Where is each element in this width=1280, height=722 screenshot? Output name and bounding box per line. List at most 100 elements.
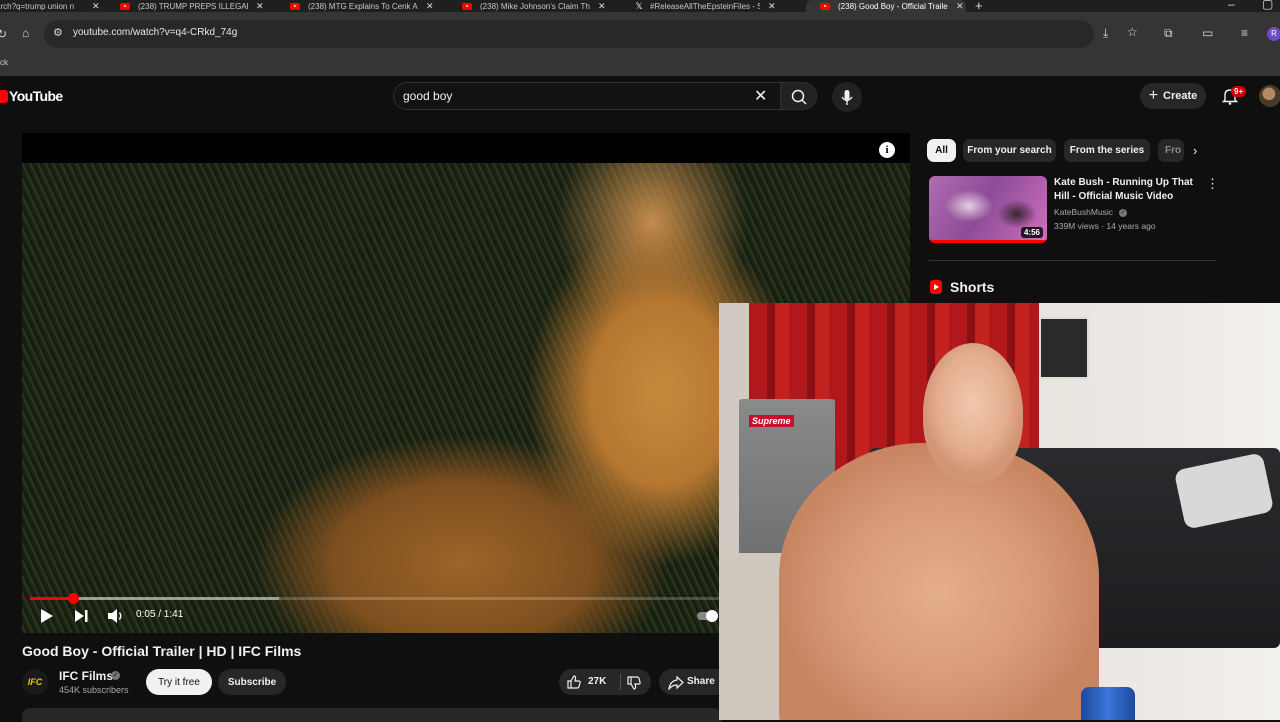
- chip-all[interactable]: All: [927, 139, 956, 162]
- browser-tab-2[interactable]: (238) TRUMP PREPS ILLEGAL G ✕: [120, 0, 278, 12]
- notification-badge: 9+: [1231, 86, 1247, 97]
- try-free-button[interactable]: Try it free: [146, 669, 212, 695]
- youtube-icon: [820, 2, 830, 10]
- scrubber-handle[interactable]: [68, 593, 79, 604]
- tab-close-icon[interactable]: ✕: [598, 1, 606, 12]
- maximize-icon[interactable]: ▢: [1262, 0, 1273, 11]
- youtube-logo-text: YouTube: [9, 88, 63, 104]
- search-input[interactable]: good boy ✕: [393, 82, 781, 110]
- url-field[interactable]: ⚙ youtube.com/watch?v=q4-CRkd_74g ⤓ ☆: [44, 20, 1138, 48]
- tab-title: (238) Mike Johnson's Claim Tha: [480, 1, 590, 11]
- person-head: [923, 343, 1023, 483]
- youtube-header: YouTube good boy ✕ + Create 9+: [0, 76, 1280, 116]
- like-count: 27K: [588, 676, 607, 687]
- play-icon[interactable]: [38, 606, 56, 626]
- recommendation-channel[interactable]: KateBushMusic: [1054, 207, 1113, 217]
- duration-badge: 4:56: [1020, 227, 1043, 238]
- youtube-icon: [290, 2, 300, 10]
- new-tab-icon[interactable]: +: [975, 0, 983, 12]
- site-settings-icon[interactable]: ⚙: [53, 26, 63, 39]
- create-button[interactable]: + Create: [1140, 83, 1206, 109]
- sidebar-toggle-icon[interactable]: ▭: [1202, 26, 1213, 40]
- tab-close-icon[interactable]: ✕: [92, 1, 100, 12]
- watch-progress-bar: [929, 240, 1047, 243]
- channel-avatar[interactable]: IFC: [22, 669, 48, 695]
- share-icon: [668, 675, 684, 690]
- chip-from-the-series[interactable]: From the series: [1064, 139, 1150, 162]
- minimize-icon[interactable]: –: [1228, 0, 1235, 11]
- shorts-icon: [930, 280, 942, 294]
- plus-icon: +: [1148, 87, 1159, 104]
- youtube-logo-icon: [0, 89, 8, 103]
- like-dislike-group: 27K: [559, 669, 651, 695]
- recommendation-title[interactable]: Kate Bush - Running Up That Hill - Offic…: [1054, 176, 1204, 204]
- fridge-sticker: Supreme: [749, 415, 794, 427]
- volume-icon[interactable]: [106, 606, 126, 626]
- drink-can: [1081, 687, 1135, 720]
- recommendation-meta: 339M views · 14 years ago: [1054, 221, 1156, 231]
- search-icon: [791, 89, 807, 105]
- bookmark-star-icon[interactable]: ☆: [1127, 25, 1138, 39]
- tab-close-icon[interactable]: ✕: [256, 1, 264, 12]
- tab-close-icon[interactable]: ✕: [768, 1, 776, 12]
- clear-search-icon[interactable]: ✕: [754, 86, 767, 106]
- like-button[interactable]: [566, 674, 582, 690]
- avatar[interactable]: [1259, 85, 1280, 107]
- subscribe-button[interactable]: Subscribe: [218, 669, 286, 695]
- chevron-right-icon[interactable]: ›: [1193, 143, 1197, 158]
- chip-more[interactable]: Fro: [1158, 139, 1184, 162]
- verified-check-icon: ✓: [111, 671, 120, 680]
- search-query: good boy: [403, 89, 453, 103]
- video-title: Good Boy - Official Trailer | HD | IFC F…: [22, 643, 302, 659]
- tab-title: (238) TRUMP PREPS ILLEGAL G: [138, 1, 248, 11]
- extensions-icon[interactable]: ⧉: [1164, 26, 1173, 41]
- poster: [1039, 317, 1089, 379]
- shorts-section-title: Shorts: [950, 279, 995, 295]
- tab-strip: arch?q=trump union n ✕ (238) TRUMP PREPS…: [0, 0, 1280, 12]
- bookmark-folder-icon[interactable]: ck: [0, 58, 8, 67]
- recommendation-thumbnail[interactable]: 4:56: [929, 176, 1047, 243]
- divider: [929, 260, 1216, 261]
- next-icon[interactable]: [72, 606, 90, 626]
- autoplay-toggle-icon[interactable]: [696, 608, 718, 624]
- reload-icon[interactable]: ↻: [0, 27, 7, 41]
- like-divider: [620, 674, 621, 690]
- create-label: Create: [1163, 90, 1198, 102]
- profile-icon[interactable]: R: [1267, 27, 1280, 41]
- more-options-icon[interactable]: ⋮: [1206, 176, 1219, 192]
- webcam-overlay: Supreme: [719, 303, 1280, 720]
- played-bar: [30, 597, 73, 600]
- browser-tab-4[interactable]: (238) Mike Johnson's Claim Tha ✕: [462, 0, 620, 12]
- address-bar-row: ↻ ⌂ ⚙ youtube.com/watch?v=q4-CRkd_74g ⤓ …: [0, 12, 1280, 56]
- home-icon[interactable]: ⌂: [22, 26, 29, 40]
- tab-title: #ReleaseAllTheEpsteinFiles - Se: [650, 1, 760, 11]
- chip-from-your-search[interactable]: From your search: [963, 139, 1056, 162]
- microphone-icon: [841, 90, 853, 105]
- url-text: youtube.com/watch?v=q4-CRkd_74g: [73, 27, 238, 38]
- info-icon[interactable]: i: [879, 142, 895, 158]
- tab-close-icon[interactable]: ✕: [426, 1, 434, 12]
- subscriber-count: 454K subscribers: [59, 685, 129, 695]
- person-body: [779, 443, 1099, 720]
- channel-name[interactable]: IFC Films: [59, 669, 113, 683]
- media-control-icon[interactable]: ≡: [1241, 26, 1248, 40]
- dislike-button[interactable]: [626, 675, 642, 691]
- youtube-logo[interactable]: YouTube: [0, 88, 63, 104]
- tab-title: (238) Good Boy - Official Trailer: [838, 1, 948, 11]
- browser-tab-6[interactable]: (238) Good Boy - Official Trailer ✕: [806, 0, 966, 12]
- x-icon: 𝕏: [635, 0, 643, 11]
- search-button[interactable]: [781, 82, 817, 110]
- share-label: Share: [687, 676, 715, 687]
- browser-tab-3[interactable]: (238) MTG Explains To Cenk An ✕: [290, 0, 448, 12]
- voice-search-button[interactable]: [832, 82, 862, 112]
- tab-title: arch?q=trump union n: [0, 1, 75, 11]
- browser-tab-5[interactable]: 𝕏 #ReleaseAllTheEpsteinFiles - Se ✕: [634, 0, 792, 12]
- verified-check-icon: ✓: [1119, 209, 1127, 217]
- tab-close-icon[interactable]: ✕: [956, 1, 964, 12]
- time-display: 0:05 / 1:41: [136, 609, 184, 620]
- browser-tab-1[interactable]: arch?q=trump union n ✕: [0, 0, 104, 12]
- install-icon[interactable]: ⤓: [1103, 26, 1108, 41]
- tab-title: (238) MTG Explains To Cenk An: [308, 1, 418, 11]
- youtube-icon: [120, 2, 130, 10]
- youtube-icon: [462, 2, 472, 10]
